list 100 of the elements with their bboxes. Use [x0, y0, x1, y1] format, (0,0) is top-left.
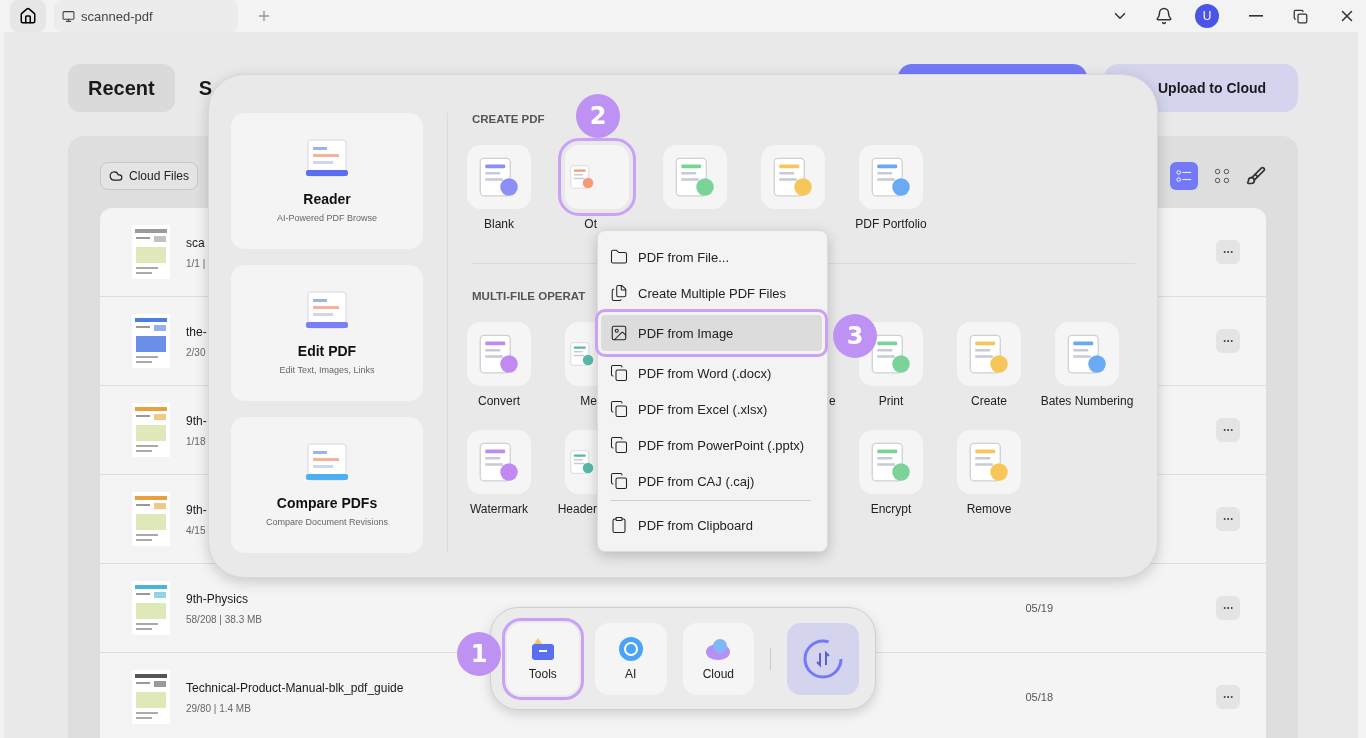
- document-icon: [610, 436, 628, 454]
- new-tab-button[interactable]: [256, 8, 272, 24]
- files-icon: [610, 284, 628, 302]
- tool-label: Blank: [484, 217, 514, 233]
- clean-button[interactable]: [1246, 166, 1266, 186]
- more-button[interactable]: [1216, 685, 1240, 709]
- tool-button[interactable]: [467, 145, 531, 209]
- restore-icon: [1293, 8, 1308, 24]
- list-icon: [1176, 169, 1192, 183]
- menu-item[interactable]: PDF from File...: [598, 239, 827, 275]
- document-icon: [871, 442, 911, 482]
- more-button[interactable]: [1216, 329, 1240, 353]
- file-meta: 1/1 |: [186, 257, 206, 269]
- dock-button[interactable]: Cloud: [682, 622, 755, 695]
- user-avatar[interactable]: U: [1195, 4, 1219, 28]
- tool-label: Watermark: [469, 502, 529, 518]
- menu-item[interactable]: Create Multiple PDF Files: [598, 275, 827, 311]
- tool-button[interactable]: [663, 145, 727, 209]
- document-icon: [610, 472, 628, 490]
- more-button[interactable]: [1216, 418, 1240, 442]
- sync-button[interactable]: [787, 622, 859, 695]
- orb-icon: [617, 636, 644, 661]
- bell-icon: [1155, 7, 1173, 25]
- folder-icon: [610, 248, 628, 266]
- tool-button[interactable]: [1055, 322, 1119, 386]
- document-icon: [969, 334, 1009, 374]
- minimize-button[interactable]: [1249, 15, 1263, 17]
- minimize-icon: [1249, 15, 1263, 17]
- document-icon: [305, 139, 349, 177]
- document-icon: [871, 157, 911, 197]
- tool-button[interactable]: [859, 145, 923, 209]
- tool-label: Convert: [478, 394, 520, 410]
- document-icon: [570, 342, 594, 366]
- menu-item[interactable]: PDF from PowerPoint (.pptx): [598, 427, 827, 463]
- tool-label: Me: [580, 394, 597, 410]
- more-button[interactable]: [1216, 507, 1240, 531]
- tool-label: Remove: [966, 502, 1012, 518]
- page-tab[interactable]: Recent: [68, 64, 175, 112]
- tool-label: Bates Numbering: [1040, 394, 1134, 410]
- document-icon: [871, 334, 911, 374]
- page-tab[interactable]: S: [198, 64, 213, 112]
- document-icon: [610, 400, 628, 418]
- tool-button[interactable]: [467, 322, 531, 386]
- document-icon: [610, 364, 628, 382]
- menu-item[interactable]: PDF from Excel (.xlsx): [598, 391, 827, 427]
- notifications-button[interactable]: [1155, 7, 1173, 25]
- toolbox-icon: [529, 636, 556, 661]
- file-date: 05/18: [1025, 691, 1053, 703]
- document-icon: [305, 291, 349, 329]
- document-icon: [479, 334, 519, 374]
- sync-icon: [803, 638, 844, 679]
- dock-button[interactable]: AI: [594, 622, 667, 695]
- feature-card[interactable]: Reader AI-Powered PDF Browse: [231, 113, 423, 249]
- document-icon: [570, 165, 594, 189]
- tool-button[interactable]: [761, 145, 825, 209]
- document-icon: [479, 442, 519, 482]
- restore-button[interactable]: [1293, 8, 1308, 24]
- feature-card[interactable]: Edit PDF Edit Text, Images, Links: [231, 265, 423, 401]
- list-view-button[interactable]: [1170, 162, 1198, 190]
- file-name: 9th-: [186, 413, 207, 428]
- file-meta: 29/80 | 1.4 MB: [186, 702, 251, 714]
- file-name: 9th-: [186, 502, 207, 517]
- document-icon: [479, 157, 519, 197]
- monitor-icon: [62, 9, 75, 23]
- more-button[interactable]: [1216, 240, 1240, 264]
- section-heading: MULTI-FILE OPERAT: [472, 290, 586, 302]
- plus-icon: [256, 8, 272, 24]
- more-button[interactable]: [1216, 596, 1240, 620]
- image-icon: [610, 324, 628, 342]
- document-icon: [675, 157, 715, 197]
- file-name: 9th-Physics: [186, 591, 249, 606]
- file-meta: 2/30: [186, 346, 206, 358]
- cloud-files-button[interactable]: Cloud Files: [100, 162, 199, 190]
- file-meta: 58/208 | 38.3 MB: [186, 613, 262, 625]
- document-icon: [1067, 334, 1107, 374]
- file-name: the-: [186, 324, 207, 339]
- tool-label: Header: [557, 502, 597, 518]
- home-icon: [19, 7, 37, 25]
- document-icon: [969, 442, 1009, 482]
- document-tab[interactable]: scanned-pdf: [54, 0, 238, 32]
- cloud-icon: [109, 169, 123, 183]
- tool-label: Print: [878, 394, 904, 410]
- section-heading: CREATE PDF: [472, 113, 545, 125]
- file-meta: 1/18: [186, 435, 206, 447]
- tool-label: Ot: [584, 217, 597, 233]
- tool-button[interactable]: [467, 430, 531, 494]
- tool-button[interactable]: [957, 430, 1021, 494]
- tool-label: Encrypt: [870, 502, 912, 518]
- tool-button[interactable]: [859, 430, 923, 494]
- tool-label: e: [829, 394, 836, 410]
- menu-item[interactable]: PDF from CAJ (.caj): [598, 463, 827, 499]
- document-icon: [773, 157, 813, 197]
- menu-item[interactable]: PDF from Word (.docx): [598, 355, 827, 391]
- feature-card[interactable]: Compare PDFs Compare Document Revisions: [231, 417, 423, 553]
- tool-label: Create: [971, 394, 1007, 410]
- file-date: 05/19: [1025, 602, 1053, 614]
- brush-icon: [1246, 166, 1266, 186]
- home-button[interactable]: [10, 0, 46, 32]
- tool-button[interactable]: [957, 322, 1021, 386]
- document-icon: [305, 443, 349, 481]
